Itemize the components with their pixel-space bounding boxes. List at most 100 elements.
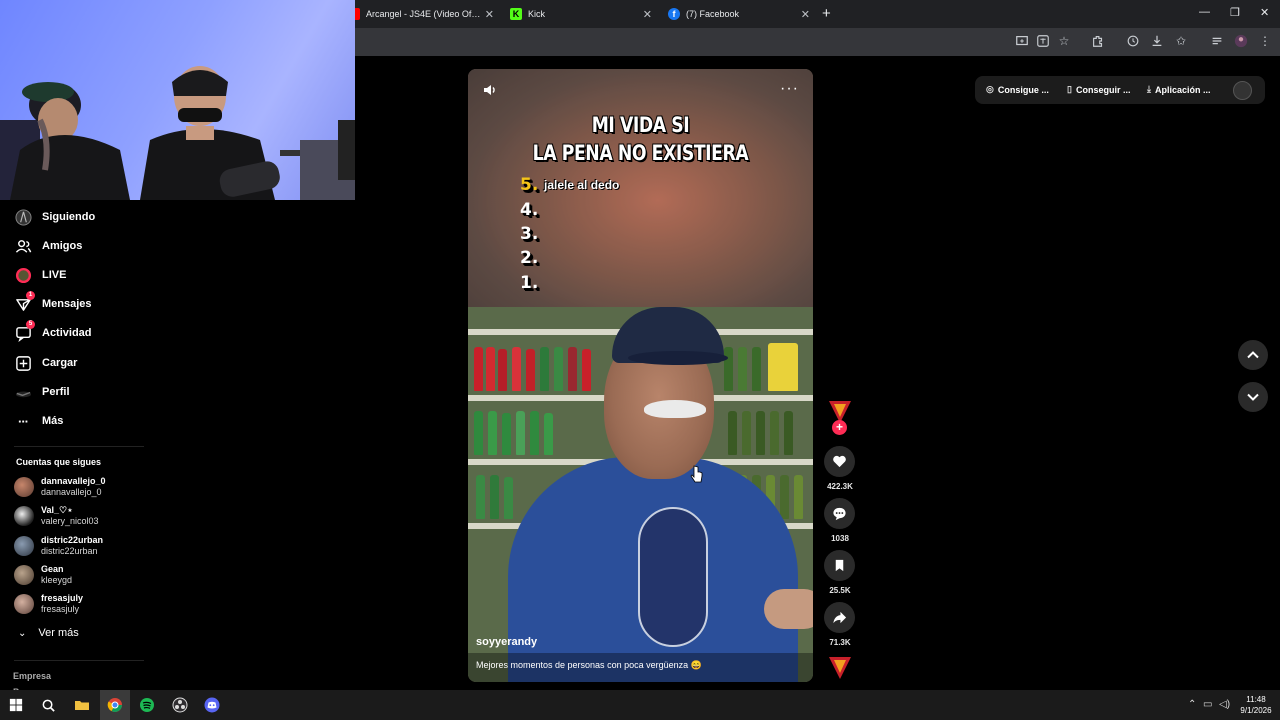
spotify-icon[interactable] [137,695,157,715]
get-app-button[interactable]: ▯ Conseguir ... [1067,84,1130,95]
bottle [526,349,535,391]
see-more-button[interactable]: ⌄ Ver más [18,627,79,639]
next-video-button[interactable] [1238,382,1268,412]
search-icon[interactable] [38,695,58,715]
profile-avatar-icon[interactable] [1234,34,1248,48]
network-icon[interactable]: ▭ [1203,699,1212,710]
video-author[interactable]: soyyerandy [476,636,537,648]
account-name: Val_♡⋆ [41,505,73,515]
minimize-button[interactable]: — [1199,6,1210,18]
video-caption: Mejores momentos de personas con poca ve… [476,660,702,670]
app-download-label: Aplicación ... [1154,84,1211,95]
new-tab-button[interactable]: + [822,5,831,22]
bottle [768,343,798,391]
close-icon[interactable]: ✕ [801,8,810,21]
close-icon[interactable]: ✕ [643,8,652,21]
facebook-icon: f [668,8,680,20]
bottle [474,411,483,455]
bottle [476,475,485,519]
save-count: 25.5K [829,586,851,595]
download-icon: ⤓ [1147,84,1151,94]
account-item[interactable]: dannavallejo_0 dannavallejo_0 [14,476,106,498]
sidebar-item-label: Mensajes [42,298,92,310]
account-name: Gean [41,564,64,574]
tab-search-icon[interactable] [1210,34,1224,48]
comment-count: 1038 [831,534,849,543]
sidebar-item-mas[interactable]: ··· Más [14,410,63,432]
bottle [504,477,513,519]
volume-icon[interactable] [482,82,498,98]
top-actions-bar: ◎ Consigue ... ▯ Conseguir ... ⤓ Aplicac… [975,76,1265,104]
translate-icon[interactable] [1036,34,1050,48]
video-title-line2: LA PENA NO EXISTIERA [532,141,749,165]
video-title-line1: MI VIDA SI [591,113,690,137]
taskbar-clock[interactable]: 11:48 9/1/2026 [1236,694,1276,716]
close-icon[interactable]: ✕ [485,8,494,21]
bottle [516,411,525,455]
get-coins-button[interactable]: ◎ Consigue ... [986,84,1049,95]
screen-cast-icon[interactable] [1015,34,1029,48]
account-name: dannavallejo_0 [41,476,106,486]
bottle [742,411,751,455]
close-window-button[interactable]: ✕ [1260,6,1269,19]
sidebar-item-live[interactable]: LIVE [14,264,66,286]
restore-button[interactable]: ❐ [1230,6,1240,19]
avatar [14,536,34,556]
windows-taskbar: ⌃ ▭ ◁) [0,690,1280,720]
tab-kick[interactable]: K Kick ✕ [510,0,652,28]
sidebar-item-amigos[interactable]: Amigos [14,235,82,257]
file-explorer-icon[interactable] [72,695,92,715]
bottle [728,411,737,455]
discord-icon[interactable] [202,695,222,715]
tray-chevron-up-icon[interactable]: ⌃ [1188,699,1196,710]
download-icon[interactable] [1150,34,1164,48]
extensions-icon[interactable] [1091,34,1105,48]
user-avatar[interactable] [1233,81,1252,100]
account-item[interactable]: Val_♡⋆ valery_nicol03 [14,505,99,527]
sidebar-item-mensajes[interactable]: 1 Mensajes [14,291,92,315]
see-more-label: Ver más [38,627,79,639]
account-item[interactable]: Gean kleeygd [14,564,72,586]
previous-video-button[interactable] [1238,340,1268,370]
video-player[interactable]: MI VIDA SI LA PENA NO EXISTIERA 5. jalel… [468,69,813,682]
sidebar-item-actividad[interactable]: 5 Actividad [14,320,92,344]
music-disc-icon[interactable] [827,654,853,680]
history-icon[interactable] [1126,34,1140,48]
sidebar-item-siguiendo[interactable]: Siguiendo [14,206,95,228]
sidebar-item-cargar[interactable]: Cargar [14,352,77,374]
save-button[interactable] [824,550,855,581]
favorites-icon[interactable]: ✩ [1174,34,1188,48]
windows-start-icon[interactable] [6,695,26,715]
activity-badge: 5 [26,320,35,329]
comment-button[interactable] [824,498,855,529]
sidebar-item-label: Cargar [42,357,78,369]
rank-5-text: jalele al dedo [544,178,620,192]
menu-kebab-icon[interactable]: ⋮ [1258,34,1272,48]
bottle [794,475,803,519]
account-item[interactable]: distric22urban distric22urban [14,535,103,557]
profile-icon [14,383,32,401]
obs-icon[interactable] [170,695,190,715]
tab-facebook[interactable]: f (7) Facebook ✕ [668,0,810,28]
volume-tray-icon[interactable]: ◁) [1219,699,1230,710]
like-button[interactable] [824,446,855,477]
share-arrow-icon [833,611,847,624]
footer-link-empresa[interactable]: Empresa [13,671,51,681]
account-item[interactable]: fresasjuly fresasjuly [14,593,83,615]
bottle [544,413,553,455]
chrome-icon[interactable] [105,695,125,715]
share-button[interactable] [824,602,855,633]
following-accounts-title: Cuentas que sigues [16,457,102,467]
bookmark-star-icon[interactable]: ☆ [1057,34,1071,48]
follow-button[interactable]: + [832,420,847,435]
more-options-icon[interactable]: ··· [780,80,799,98]
sidebar-item-perfil[interactable]: Perfil [14,381,70,403]
activity-icon: 5 [14,320,35,342]
get-app-label: Conseguir ... [1075,84,1131,95]
app-download-button[interactable]: ⤓ Aplicación ... [1147,84,1211,95]
bottle [474,347,483,391]
bottle [486,347,495,391]
bottle [502,413,511,455]
bottle [568,347,577,391]
tab-youtube[interactable]: Arcangel - JS4E (Video Oficial) | ✕ [352,0,494,28]
